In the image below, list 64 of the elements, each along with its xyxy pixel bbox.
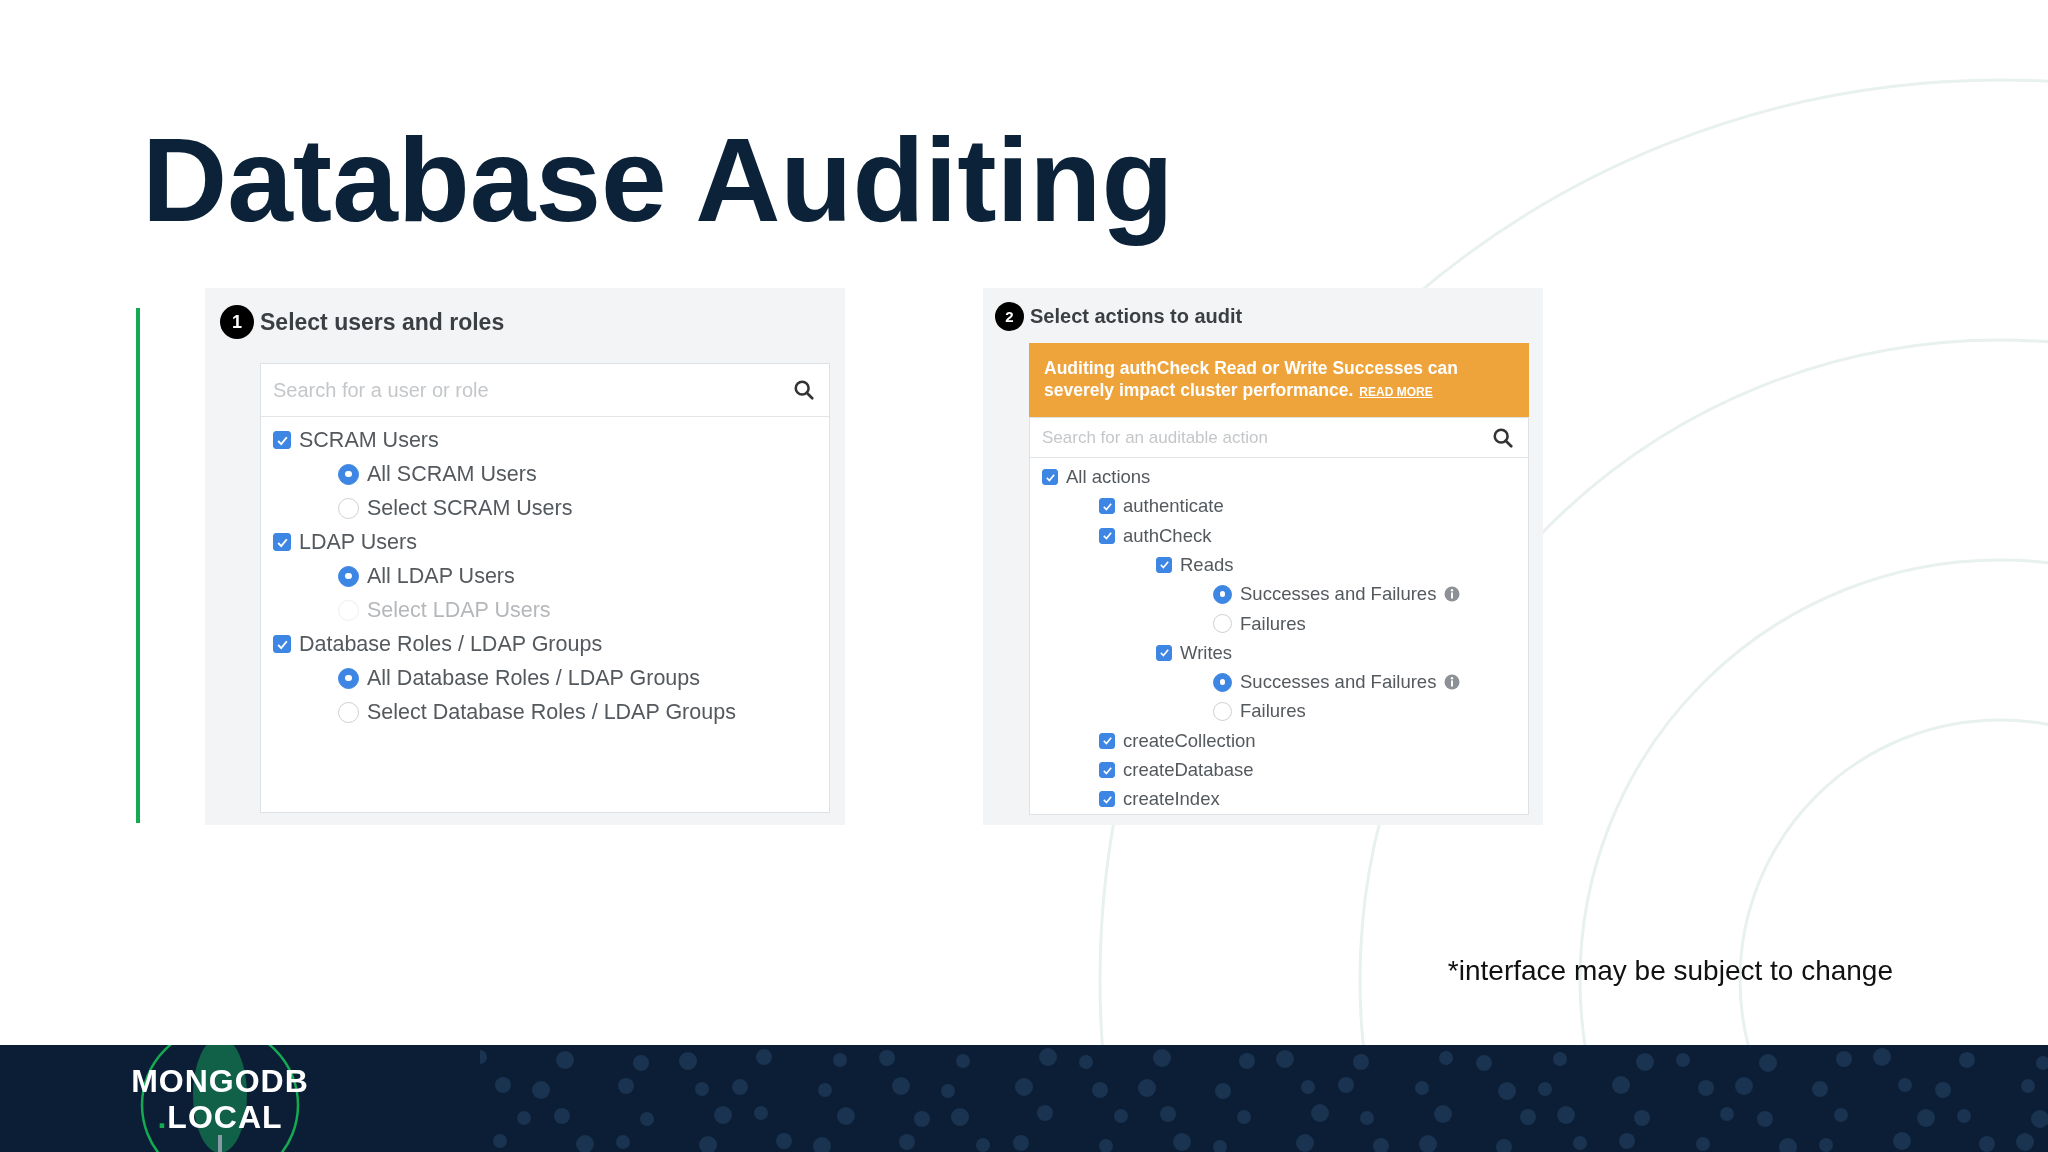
check-icon bbox=[1101, 735, 1113, 747]
footnote: *interface may be subject to change bbox=[1447, 955, 1893, 987]
option-label: Select Database Roles / LDAP Groups bbox=[367, 699, 736, 725]
step-number: 2 bbox=[995, 302, 1024, 331]
check-icon bbox=[1101, 793, 1113, 805]
option-label: Select LDAP Users bbox=[367, 597, 551, 623]
option-label: All actions bbox=[1066, 466, 1151, 489]
option-label: Failures bbox=[1240, 612, 1306, 635]
option-label: createIndex bbox=[1123, 788, 1220, 811]
checkbox[interactable] bbox=[1156, 644, 1172, 661]
checkbox[interactable] bbox=[1099, 527, 1115, 544]
check-icon bbox=[1101, 530, 1113, 542]
panel-heading: Select actions to audit bbox=[1030, 305, 1243, 328]
option-label: authenticate bbox=[1123, 495, 1224, 518]
checkbox[interactable] bbox=[273, 431, 291, 449]
checkbox[interactable] bbox=[1099, 791, 1115, 808]
option-label: Database Roles / LDAP Groups bbox=[299, 631, 603, 657]
radio-button[interactable] bbox=[338, 497, 359, 519]
radio-button[interactable] bbox=[1213, 672, 1232, 692]
info-icon[interactable] bbox=[1444, 674, 1461, 691]
radio-button[interactable] bbox=[1213, 701, 1232, 721]
warning-text: Auditing authCheck Read or Write Successes can severely impact cluster performance. READ MORE bbox=[1044, 357, 1459, 402]
search-icon[interactable] bbox=[1492, 426, 1514, 449]
option-label: createDatabase bbox=[1123, 759, 1254, 782]
option-label: Failures bbox=[1240, 700, 1306, 723]
radio-button[interactable] bbox=[338, 667, 359, 689]
panel-heading: Select users and roles bbox=[260, 308, 505, 336]
checkbox[interactable] bbox=[1099, 732, 1115, 749]
radio-button[interactable] bbox=[1213, 584, 1232, 604]
option-label: All Database Roles / LDAP Groups bbox=[367, 665, 701, 691]
checkbox[interactable] bbox=[1042, 469, 1058, 486]
search-icon[interactable] bbox=[793, 379, 815, 401]
option-label: Successes and Failures bbox=[1240, 671, 1437, 694]
check-icon bbox=[1044, 471, 1056, 483]
checkbox[interactable] bbox=[1099, 498, 1115, 515]
checkbox[interactable] bbox=[1099, 762, 1115, 779]
step-number: 1 bbox=[220, 305, 254, 339]
check-icon bbox=[1158, 647, 1170, 659]
radio-button[interactable] bbox=[338, 463, 359, 485]
option-label: Select SCRAM Users bbox=[367, 495, 573, 521]
option-label: authCheck bbox=[1123, 524, 1212, 547]
radio-button[interactable] bbox=[1213, 614, 1232, 634]
search-field[interactable]: Search for an auditable action bbox=[1040, 426, 1492, 449]
read-more-link[interactable]: READ MORE bbox=[1359, 385, 1433, 399]
option-label: All LDAP Users bbox=[367, 563, 515, 589]
option-label: createCollection bbox=[1123, 729, 1256, 752]
option-label: LDAP Users bbox=[299, 529, 417, 555]
check-icon bbox=[1158, 559, 1170, 571]
checkbox[interactable] bbox=[1156, 556, 1172, 573]
option-label: Reads bbox=[1180, 553, 1234, 576]
radio-button[interactable] bbox=[338, 565, 359, 587]
logo-text: .LOCAL bbox=[157, 1098, 283, 1135]
option-label: All SCRAM Users bbox=[367, 461, 537, 487]
checkbox[interactable] bbox=[273, 635, 291, 653]
checkbox[interactable] bbox=[273, 533, 291, 551]
radio-button[interactable] bbox=[338, 701, 359, 723]
option-label: SCRAM Users bbox=[299, 427, 439, 453]
check-icon bbox=[1101, 500, 1113, 512]
check-icon bbox=[1101, 764, 1113, 776]
slide-title: Database Auditing bbox=[142, 113, 1174, 248]
info-icon[interactable] bbox=[1444, 586, 1461, 603]
option-label: Successes and Failures bbox=[1240, 583, 1437, 606]
search-field[interactable]: Search for a user or role bbox=[271, 377, 793, 403]
option-label: Writes bbox=[1180, 641, 1233, 664]
